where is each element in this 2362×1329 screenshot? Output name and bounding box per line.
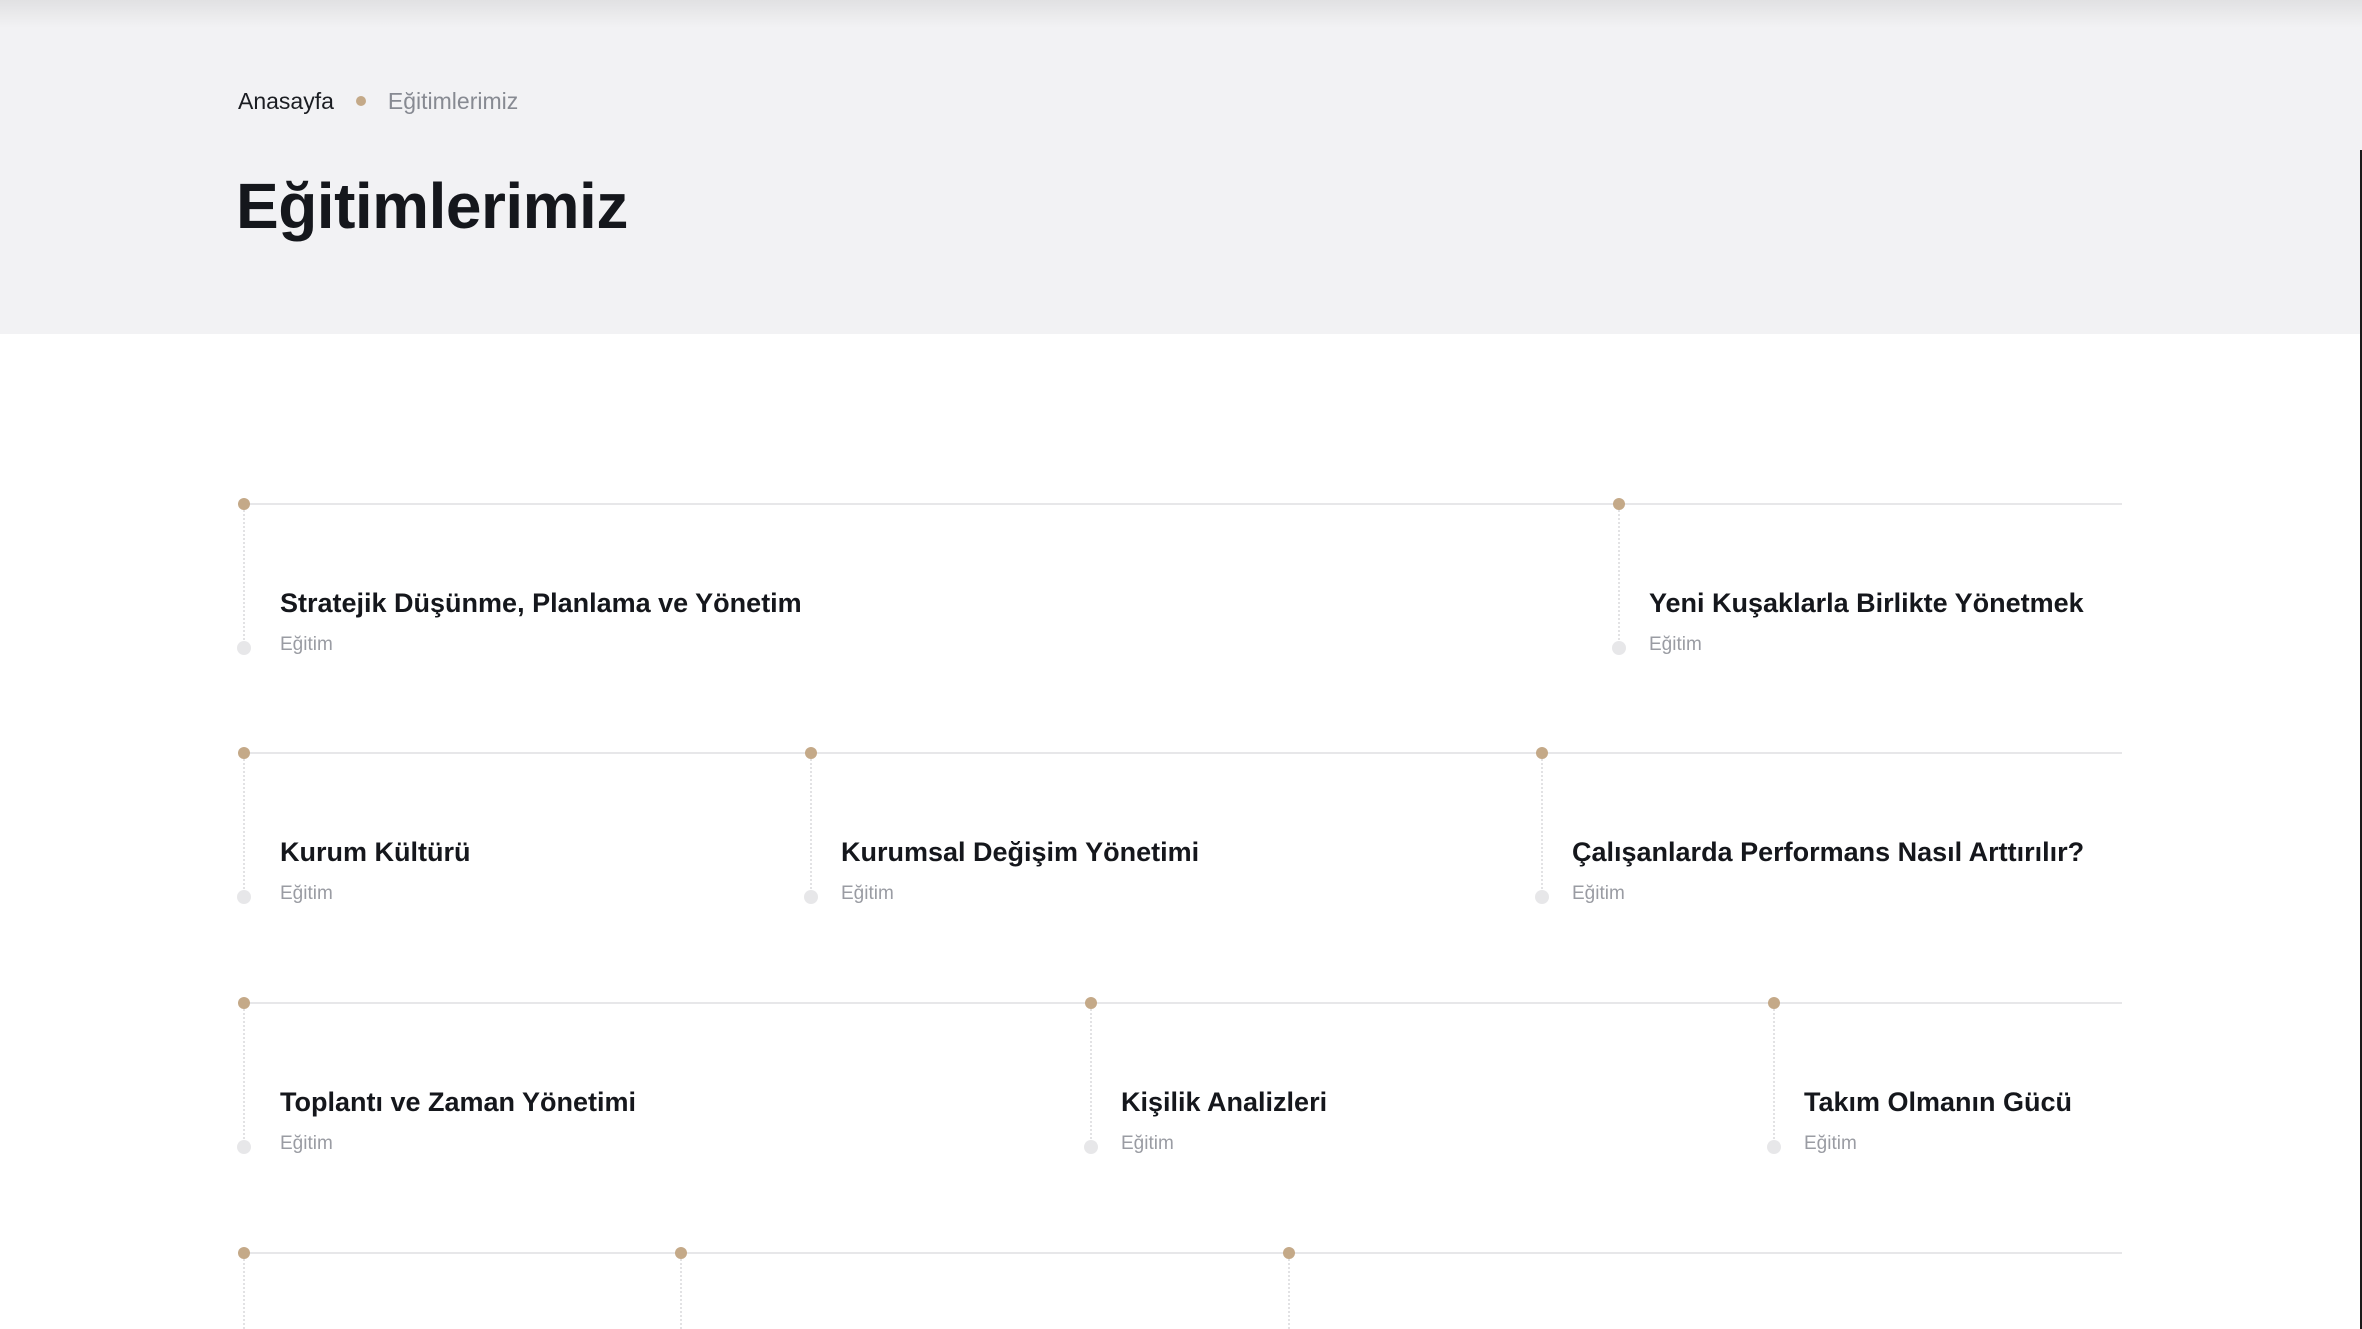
timeline-end-dot — [1612, 641, 1626, 655]
timeline-dot — [1085, 997, 1097, 1009]
row-divider — [246, 752, 2122, 754]
training-row: Kurum Kültürü Eğitim Kurumsal Değişim Yö… — [237, 747, 2122, 997]
training-category: Eğitim — [1804, 1133, 1857, 1154]
timeline-dot — [238, 747, 250, 759]
timeline-end-dot — [237, 1140, 251, 1154]
training-category: Eğitim — [841, 883, 894, 904]
timeline-end-dot — [237, 890, 251, 904]
training-category: Eğitim — [1572, 883, 1625, 904]
row-divider — [246, 503, 2122, 505]
row-divider — [246, 1002, 2122, 1004]
training-title-link[interactable]: Toplantı ve Zaman Yönetimi — [280, 1085, 636, 1119]
timeline-dot — [1613, 498, 1625, 510]
dotted-connector — [1618, 510, 1620, 644]
dotted-connector — [243, 1259, 245, 1329]
training-title-link[interactable]: Kurumsal Değişim Yönetimi — [841, 835, 1199, 869]
timeline-dot — [1768, 997, 1780, 1009]
timeline-end-dot — [804, 890, 818, 904]
dotted-connector — [1288, 1259, 1290, 1329]
timeline-dot — [238, 498, 250, 510]
dotted-connector — [680, 1259, 682, 1329]
dotted-connector — [810, 759, 812, 893]
training-category: Eğitim — [280, 1133, 333, 1154]
dotted-connector — [243, 759, 245, 893]
training-title-link[interactable]: Yeni Kuşaklarla Birlikte Yönetmek — [1649, 586, 2084, 620]
timeline-dot — [238, 1247, 250, 1259]
timeline-dot — [805, 747, 817, 759]
training-title-link[interactable]: Kişilik Analizleri — [1121, 1085, 1327, 1119]
dotted-connector — [1773, 1009, 1775, 1143]
training-row — [238, 1247, 2122, 1329]
timeline-end-dot — [1084, 1140, 1098, 1154]
dotted-connector — [1090, 1009, 1092, 1143]
timeline-dot — [1283, 1247, 1295, 1259]
timeline-dot — [1536, 747, 1548, 759]
training-category: Eğitim — [1649, 634, 1702, 655]
timeline-end-dot — [1535, 890, 1549, 904]
training-title-link[interactable]: Takım Olmanın Gücü — [1804, 1085, 2072, 1119]
training-category: Eğitim — [280, 883, 333, 904]
dotted-connector — [1541, 759, 1543, 893]
training-title-link[interactable]: Çalışanlarda Performans Nasıl Arttırılır… — [1572, 835, 2084, 869]
dotted-connector — [243, 1009, 245, 1143]
training-title-link[interactable]: Kurum Kültürü — [280, 835, 470, 869]
timeline-dot — [238, 997, 250, 1009]
training-row: Toplantı ve Zaman Yönetimi Eğitim Kişili… — [237, 997, 2122, 1247]
timeline-end-dot — [237, 641, 251, 655]
training-row: Stratejik Düşünme, Planlama ve Yönetim E… — [237, 498, 2122, 748]
timeline-dot — [675, 1247, 687, 1259]
training-category: Eğitim — [1121, 1133, 1174, 1154]
timeline-end-dot — [1767, 1140, 1781, 1154]
training-list: Stratejik Düşünme, Planlama ve Yönetim E… — [0, 0, 2362, 1329]
training-category: Eğitim — [280, 634, 333, 655]
training-title-link[interactable]: Stratejik Düşünme, Planlama ve Yönetim — [280, 586, 802, 620]
row-divider — [246, 1252, 2122, 1254]
dotted-connector — [243, 510, 245, 644]
